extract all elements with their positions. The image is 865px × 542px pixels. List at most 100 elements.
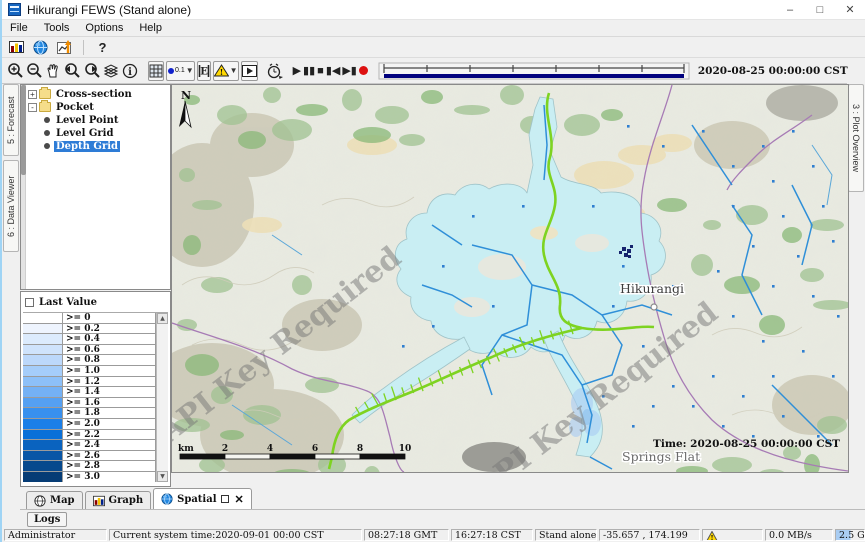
menu-file[interactable]: File (2, 22, 36, 34)
tree-node-level-point[interactable]: Level Point (42, 114, 168, 126)
layers-icon[interactable] (103, 61, 120, 81)
minimize-button[interactable]: – (775, 0, 805, 19)
spatial-display-icon[interactable] (56, 39, 73, 55)
chevron-down-icon: ▼ (230, 66, 238, 75)
globe-icon[interactable] (32, 39, 49, 55)
tree-node-pocket[interactable]: - Pocket (28, 101, 168, 113)
tab-spatial[interactable]: Spatial ✕ (153, 488, 252, 509)
tree-scrollbar[interactable] (21, 85, 26, 289)
tab-map[interactable]: Map (26, 491, 83, 509)
legend-row[interactable]: >= 0.8 (23, 355, 156, 366)
legend-label: >= 1.6 (63, 398, 156, 408)
stop-button[interactable]: ■ (317, 65, 324, 77)
zoom-previous-icon[interactable] (63, 61, 81, 81)
tree-node-depth-grid[interactable]: Depth Grid (42, 140, 168, 152)
legend-row[interactable]: >= 1.4 (23, 387, 156, 398)
main-toolbar: ? (2, 37, 865, 58)
svg-text:6: 6 (312, 444, 318, 454)
last-value-option[interactable]: Last Value (25, 295, 168, 310)
status-system-time: Current system time:2020-09-01 00:00 CST (109, 529, 362, 541)
legend-scrollbar[interactable]: ▲ ▼ (156, 313, 168, 482)
hill-shading (766, 85, 838, 121)
animation-panel-button[interactable] (241, 61, 258, 81)
record-button[interactable] (359, 61, 368, 81)
legend-row[interactable]: >= 2.4 (23, 440, 156, 451)
scroll-up-icon[interactable]: ▲ (157, 313, 168, 324)
close-tab-icon[interactable]: ✕ (235, 493, 244, 506)
status-local-time: 16:27:18 CST (451, 529, 533, 541)
animation-speed-icon[interactable] (266, 61, 283, 81)
status-bar: Administrator Current system time:2020-0… (2, 528, 865, 542)
legend-label: >= 0.8 (63, 355, 156, 365)
map-view[interactable]: API Key Required API Key Required Hikura… (171, 84, 849, 473)
legend-row[interactable]: >= 0.6 (23, 345, 156, 356)
status-mode: Stand alone (535, 529, 597, 541)
tab-plot-overview[interactable]: 3 : Plot Overview (848, 84, 864, 192)
tree-node-cross-section[interactable]: + Cross-section (28, 88, 168, 100)
status-transfer-rate: 0.0 MB/s (765, 529, 833, 541)
last-value-checkbox[interactable] (25, 298, 34, 307)
tree-node-level-grid[interactable]: Level Grid (42, 127, 168, 139)
pan-hand-icon[interactable] (45, 61, 61, 81)
zoom-out-icon[interactable] (26, 61, 43, 81)
menu-help[interactable]: Help (131, 22, 170, 34)
zoom-next-icon[interactable] (83, 61, 101, 81)
legend-swatch (23, 324, 63, 334)
point-size-value: 0.1 (175, 67, 185, 74)
thresholds-dropdown[interactable]: !▼ (213, 61, 239, 81)
legend-swatch (23, 430, 63, 440)
legend-row[interactable]: >= 2.2 (23, 430, 156, 441)
left-tab-strip: 5 : Forecast 6 : Data Viewer (2, 84, 20, 487)
expand-icon[interactable]: + (28, 90, 37, 99)
database-chart-icon[interactable] (8, 39, 25, 55)
tab-graph[interactable]: Graph (85, 491, 152, 509)
legend-row[interactable]: >= 2.0 (23, 419, 156, 430)
window-title: Hikurangi FEWS (Stand alone) (27, 3, 191, 17)
legend-row[interactable]: >= 0.4 (23, 334, 156, 345)
legend-row[interactable]: >= 2.6 (23, 451, 156, 462)
labels-button[interactable]: E (197, 61, 211, 81)
time-slider[interactable] (378, 61, 690, 81)
legend-swatch (23, 377, 63, 387)
svg-text:N: N (181, 89, 191, 102)
logs-button[interactable]: Logs (27, 512, 67, 527)
step-back-button[interactable]: ▮◀ (326, 64, 341, 77)
legend-row[interactable]: >= 3.0 (23, 472, 156, 482)
globe-icon (161, 493, 173, 505)
info-icon[interactable]: i (122, 61, 138, 81)
menu-options[interactable]: Options (77, 22, 131, 34)
legend-row[interactable]: >= 0 (23, 313, 156, 324)
point-size-dropdown[interactable]: 0.1▼ (166, 61, 195, 81)
legend-row[interactable]: >= 1.6 (23, 398, 156, 409)
menu-tools[interactable]: Tools (36, 22, 78, 34)
tree-node-label: Pocket (54, 102, 96, 113)
play-button[interactable]: ▶ (293, 64, 301, 77)
maximize-button[interactable]: □ (805, 0, 835, 19)
svg-text:i: i (128, 67, 132, 78)
legend-row[interactable]: >= 1.0 (23, 366, 156, 377)
collapse-icon[interactable]: - (28, 103, 37, 112)
step-forward-button[interactable]: ▶▮ (342, 64, 357, 77)
bullet-icon (44, 130, 50, 136)
pause-button[interactable]: ▮▮ (303, 64, 315, 77)
legend-row[interactable]: >= 2.8 (23, 461, 156, 472)
legend-row[interactable]: >= 1.8 (23, 408, 156, 419)
zoom-in-icon[interactable] (7, 61, 24, 81)
last-value-label: Last Value (39, 297, 97, 308)
close-button[interactable]: ✕ (835, 0, 865, 19)
scroll-down-icon[interactable]: ▼ (157, 471, 168, 482)
legend-label: >= 0.6 (63, 345, 156, 355)
tab-data-viewer[interactable]: 6 : Data Viewer (3, 160, 19, 252)
place-label-springs-flat: Springs Flat (622, 449, 700, 464)
legend-row[interactable]: >= 1.2 (23, 377, 156, 388)
legend-swatch (23, 451, 63, 461)
tab-forecast[interactable]: 5 : Forecast (3, 84, 19, 156)
menu-bar: File Tools Options Help (2, 20, 865, 37)
grid-display-button[interactable] (148, 61, 164, 81)
svg-text:8: 8 (357, 444, 363, 454)
legend-row[interactable]: >= 0.2 (23, 324, 156, 335)
status-alerts[interactable]: ! (702, 529, 763, 541)
help-button[interactable]: ? (94, 39, 111, 55)
undock-icon[interactable] (221, 495, 229, 503)
legend-label: >= 2.2 (63, 430, 156, 440)
